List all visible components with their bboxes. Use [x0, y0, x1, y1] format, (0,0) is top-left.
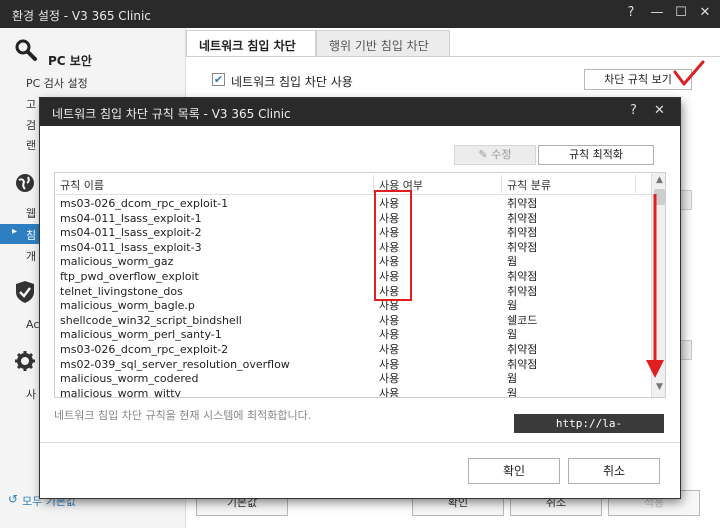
- rule-name: telnet_livingstone_dos: [60, 284, 183, 298]
- sidebar-heading-pc-security: PC 보안: [48, 54, 92, 68]
- rule-category: 취약점: [507, 197, 538, 210]
- column-header-category[interactable]: 규칙 분류: [507, 177, 551, 193]
- close-icon[interactable]: ✕: [696, 5, 714, 20]
- rules-table[interactable]: 규칙 이름 사용 여부 규칙 분류 ms03-026_dcom_rpc_expl…: [54, 172, 666, 398]
- sidebar-item-ac[interactable]: Ac: [26, 318, 39, 331]
- column-divider[interactable]: [501, 175, 502, 193]
- rule-name: malicious_worm_bagle.p: [60, 299, 195, 313]
- enable-network-blocking-checkbox[interactable]: ✔: [212, 73, 225, 86]
- optimize-rules-button[interactable]: 규칙 최적화: [538, 145, 654, 165]
- tab-divider: [186, 56, 720, 57]
- rule-name: shellcode_win32_script_bindshell: [60, 313, 242, 327]
- table-row[interactable]: ms02-039_sql_server_resolution_overflow …: [55, 358, 651, 373]
- rule-category: 쉘코드: [507, 313, 538, 327]
- rule-usage: 사용: [379, 357, 400, 371]
- column-divider[interactable]: [635, 175, 636, 193]
- rule-usage: 사용: [379, 313, 400, 327]
- enable-network-blocking-label: 네트워크 침입 차단 사용: [231, 75, 353, 89]
- edit-button[interactable]: ✎ 수정: [454, 145, 536, 165]
- globe-icon: [14, 172, 36, 199]
- rule-name: ms02-039_sql_server_resolution_overflow: [60, 357, 290, 371]
- rule-name: ms04-011_lsass_exploit-2: [60, 226, 202, 240]
- shield-check-icon: [14, 280, 36, 309]
- dialog-divider: [40, 442, 680, 443]
- table-row[interactable]: malicious_worm_codered 사용 웜: [55, 372, 651, 387]
- rule-category: 웜: [507, 255, 518, 269]
- table-row[interactable]: malicious_worm_bagle.p 사용 웜: [55, 299, 651, 314]
- maximize-icon[interactable]: ☐: [672, 5, 690, 20]
- rule-name: ms03-026_dcom_rpc_exploit-1: [60, 197, 229, 210]
- sidebar-item-2[interactable]: 고: [26, 96, 36, 112]
- rule-name: malicious_worm_perl_santy-1: [60, 328, 222, 342]
- table-row[interactable]: ftp_pwd_overflow_exploit 사용 취약점: [55, 270, 651, 285]
- rule-usage: 사용: [379, 372, 400, 386]
- tab-behavior-intrusion[interactable]: 행위 기반 침입 차단: [316, 30, 450, 56]
- rule-category: 취약점: [507, 226, 538, 240]
- sidebar-item-network-label: 침: [26, 229, 37, 242]
- rule-category: 취약점: [507, 270, 538, 283]
- close-icon[interactable]: ✕: [654, 103, 665, 118]
- sidebar-item-sa[interactable]: 사: [26, 386, 36, 402]
- dialog-cancel-button[interactable]: 취소: [568, 458, 660, 484]
- table-row[interactable]: ms03-026_dcom_rpc_exploit-2 사용 취약점: [55, 343, 651, 358]
- chevron-right-icon: ▸: [12, 226, 18, 237]
- rule-usage: 사용: [379, 343, 400, 356]
- red-highlight-annotation: [374, 190, 412, 301]
- sidebar-item-3[interactable]: 검: [26, 117, 36, 133]
- rule-category: 웜: [507, 386, 518, 398]
- gear-icon: [14, 350, 36, 377]
- rule-usage: 사용: [379, 328, 400, 342]
- table-header: 규칙 이름 사용 여부 규칙 분류: [55, 173, 651, 195]
- help-icon[interactable]: ?: [622, 5, 640, 20]
- sidebar-item-4[interactable]: 랜: [26, 137, 36, 153]
- table-row[interactable]: ms04-011_lsass_exploit-2 사용 취약점: [55, 226, 651, 241]
- rule-name: malicious_worm_gaz: [60, 255, 174, 269]
- rule-category: 취약점: [507, 211, 538, 225]
- table-row[interactable]: telnet_livingstone_dos 사용 취약점: [55, 285, 651, 300]
- sidebar-item-web[interactable]: 웹: [26, 205, 36, 221]
- dialog-titlebar: 네트워크 침입 차단 규칙 목록 - V3 365 Clinic ? ✕: [40, 98, 680, 126]
- scroll-up-icon[interactable]: ▲: [652, 175, 665, 185]
- rule-category: 웜: [507, 328, 518, 342]
- dialog-ok-button[interactable]: 확인: [468, 458, 560, 484]
- search-icon: [14, 38, 38, 67]
- status-message: 네트워크 침입 차단 규칙을 현재 시스템에 최적화합니다.: [54, 409, 312, 422]
- settings-window-title: 환경 설정 - V3 365 Clinic: [12, 9, 151, 23]
- rule-usage: 사용: [379, 299, 400, 313]
- reset-icon: ↺: [8, 492, 19, 506]
- watermark-url: http://la-nube.tistory.com: [514, 414, 664, 449]
- rule-name: ms03-026_dcom_rpc_exploit-2: [60, 343, 229, 356]
- sidebar-item-7[interactable]: 개: [26, 248, 36, 264]
- rule-category: 취약점: [507, 240, 538, 254]
- rule-name: malicious_worm_codered: [60, 372, 199, 386]
- rule-category: 웜: [507, 372, 518, 386]
- minimize-icon[interactable]: —: [648, 5, 666, 20]
- table-row[interactable]: ms03-026_dcom_rpc_exploit-1 사용 취약점: [55, 197, 651, 212]
- tab-network-intrusion[interactable]: 네트워크 침입 차단: [186, 30, 316, 56]
- rule-name: ftp_pwd_overflow_exploit: [60, 270, 199, 283]
- table-row[interactable]: ms04-011_lsass_exploit-3 사용 취약점: [55, 241, 651, 256]
- rule-name: malicious_worm_witty: [60, 386, 182, 398]
- dialog-title: 네트워크 침입 차단 규칙 목록 - V3 365 Clinic: [52, 107, 291, 121]
- settings-titlebar: 환경 설정 - V3 365 Clinic ? — ☐ ✕: [0, 0, 720, 28]
- table-row[interactable]: ms04-011_lsass_exploit-1 사용 취약점: [55, 212, 651, 227]
- sidebar-item-pc-scan-settings[interactable]: PC 검사 설정: [26, 75, 88, 91]
- rule-category: 취약점: [507, 284, 538, 298]
- help-icon[interactable]: ?: [630, 103, 637, 118]
- rule-name: ms04-011_lsass_exploit-3: [60, 240, 202, 254]
- column-header-rule-name[interactable]: 규칙 이름: [60, 177, 104, 193]
- red-arrow-annotation: [646, 194, 664, 378]
- rules-list-dialog: 네트워크 침입 차단 규칙 목록 - V3 365 Clinic ? ✕ ✎ 수…: [40, 98, 680, 498]
- rule-name: ms04-011_lsass_exploit-1: [60, 211, 202, 225]
- table-row[interactable]: malicious_worm_perl_santy-1 사용 웜: [55, 328, 651, 343]
- red-checkmark-annotation: [673, 60, 705, 86]
- rule-category: 취약점: [507, 357, 538, 371]
- rule-usage: 사용: [379, 386, 400, 398]
- table-row[interactable]: shellcode_win32_script_bindshell 사용 쉘코드: [55, 314, 651, 329]
- table-row[interactable]: malicious_worm_gaz 사용 웜: [55, 255, 651, 270]
- table-row[interactable]: malicious_worm_witty 사용 웜: [55, 386, 651, 398]
- rule-category: 취약점: [507, 343, 538, 356]
- rule-category: 웜: [507, 299, 518, 313]
